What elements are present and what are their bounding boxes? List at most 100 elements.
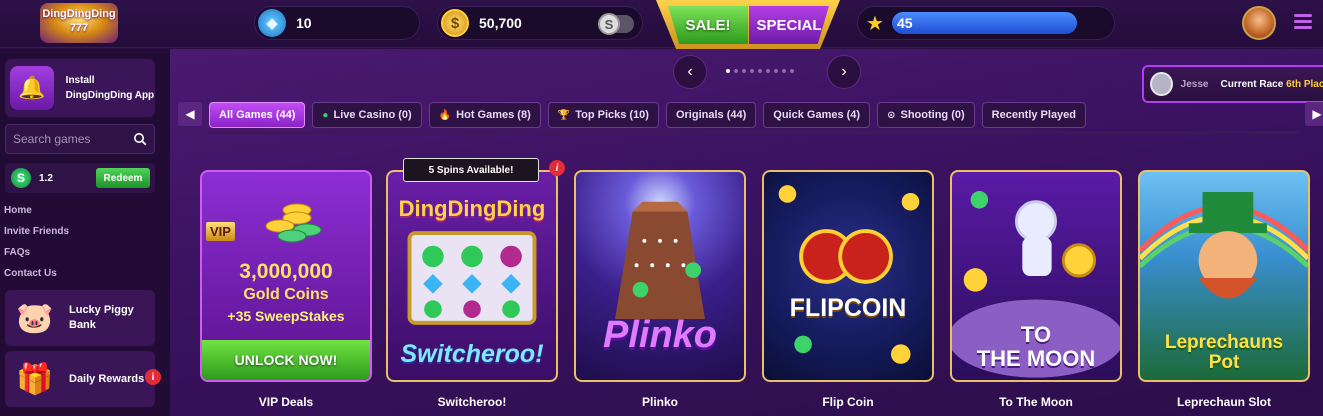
chevron-left-icon: ◀ xyxy=(185,107,195,121)
plinko-art-title: Plinko xyxy=(602,314,718,356)
current-race-panel[interactable]: Jesse Current Race 6th Place xyxy=(1142,65,1323,103)
sale-button[interactable]: SALE! xyxy=(668,6,748,44)
hamburger-menu-icon[interactable] xyxy=(1294,14,1312,30)
carousel-dot[interactable] xyxy=(734,69,738,73)
bell-icon: 🔔 xyxy=(10,66,54,110)
unlock-now-button[interactable]: UNLOCK NOW! xyxy=(202,340,370,380)
coins-value: 50,700 xyxy=(479,15,522,31)
carousel-dots xyxy=(726,69,794,73)
carousel-dot[interactable] xyxy=(766,69,770,73)
flipcoin-art-title: FLIPCOIN xyxy=(789,294,907,322)
sweeps-toggle-icon: S xyxy=(598,13,620,35)
gems-value: 10 xyxy=(296,15,312,31)
game-title-flip-coin: Flip Coin xyxy=(822,395,874,409)
trophy-icon: 🏆 xyxy=(557,109,571,121)
tabs-scroll-left-button[interactable]: ◀ xyxy=(178,102,202,126)
carousel-dot[interactable] xyxy=(774,69,778,73)
user-avatar[interactable] xyxy=(1242,6,1276,40)
tab-shooting[interactable]: ⊙ Shooting (0) xyxy=(877,102,975,128)
gold-coin-icon: $ xyxy=(441,9,469,37)
level-value: 45 xyxy=(897,15,913,31)
race-avatar-icon xyxy=(1150,72,1173,96)
xp-progress-bar xyxy=(892,12,1077,34)
target-icon: ⊙ xyxy=(887,109,896,121)
sweeps-coin-icon: S xyxy=(11,168,31,188)
moon-art-bottom: THE MOON xyxy=(976,346,1096,371)
leprechaun-art-top: Leprechauns xyxy=(1164,332,1284,353)
lucky-piggy-bank-card[interactable]: 🐷 Lucky Piggy Bank xyxy=(5,290,155,346)
coins-balance[interactable]: $ 50,700 S xyxy=(437,6,643,40)
game-category-tabs: All Games (44) ● Live Casino (0) 🔥 Hot Gam… xyxy=(209,102,1087,128)
tab-recently-played[interactable]: Recently Played xyxy=(981,102,1087,128)
sidebar: 🔔 Install DingDingDing App S 1.2 Redeem … xyxy=(0,49,170,416)
carousel-dot[interactable] xyxy=(782,69,786,73)
game-card-plinko[interactable]: Plinko xyxy=(574,170,746,382)
sale-special-banner: SALE! SPECIAL xyxy=(656,0,840,54)
install-app-label: Install DingDingDing App xyxy=(65,75,155,101)
carousel-prev-button[interactable]: ‹ xyxy=(673,55,707,89)
sidebar-link-contact-us[interactable]: Contact Us xyxy=(4,268,69,289)
sidebar-link-home[interactable]: Home xyxy=(4,205,69,226)
daily-rewards-label: Daily Rewards xyxy=(69,372,145,385)
game-title-switcheroo: Switcheroo! xyxy=(437,395,507,409)
install-app-card[interactable]: 🔔 Install DingDingDing App xyxy=(5,59,155,117)
game-card-to-the-moon[interactable]: TO THE MOON xyxy=(950,170,1122,382)
chevron-right-icon: ▶ xyxy=(1312,107,1322,121)
carousel-next-button[interactable]: › xyxy=(827,55,861,89)
carousel-dot[interactable] xyxy=(726,69,730,73)
tabs-scroll-right-button[interactable]: ▶ xyxy=(1305,102,1323,126)
tab-top-picks[interactable]: 🏆 Top Picks (10) xyxy=(547,102,659,128)
carousel-dot[interactable] xyxy=(742,69,746,73)
level-bar[interactable]: ★ 45 xyxy=(857,6,1115,40)
sidebar-links: Home Invite Friends FAQs Contact Us xyxy=(4,205,69,289)
leprechaun-art-bottom: Pot xyxy=(1208,352,1240,373)
daily-rewards-card[interactable]: 🎁 Daily Rewards i xyxy=(5,351,161,407)
switcheroo-art-bottom: Switcheroo! xyxy=(400,340,544,368)
carousel-dot[interactable] xyxy=(790,69,794,73)
race-label: Current Race 6th Place xyxy=(1220,79,1323,90)
game-title-to-the-moon: To The Moon xyxy=(999,395,1073,409)
top-bar: DingDingDing 777 ◆ 10 $ 50,700 S SALE! S… xyxy=(0,0,1323,54)
chevron-right-icon: › xyxy=(841,63,847,80)
race-rank: 6th Place xyxy=(1286,78,1323,90)
race-user: Jesse xyxy=(1180,78,1209,90)
info-badge-icon: i xyxy=(145,369,161,385)
live-dot-icon: ● xyxy=(322,109,329,121)
tab-all-games[interactable]: All Games (44) xyxy=(209,102,306,128)
tab-hot-games[interactable]: 🔥 Hot Games (8) xyxy=(428,102,541,128)
carousel-dot[interactable] xyxy=(758,69,762,73)
game-card-leprechaun-slot[interactable]: Leprechauns Pot xyxy=(1138,170,1310,382)
gift-icon: 🎁 xyxy=(16,362,54,396)
app-logo[interactable]: DingDingDing 777 xyxy=(40,3,118,43)
game-title-plinko: Plinko xyxy=(641,395,678,409)
search-icon[interactable] xyxy=(133,132,147,146)
vip-gold-coins: Gold Coins xyxy=(243,286,329,303)
spins-available-banner: 5 Spins Available! xyxy=(403,158,539,182)
star-icon: ★ xyxy=(861,9,889,37)
flip-coin-art xyxy=(778,185,920,364)
tab-originals[interactable]: Originals (44) xyxy=(665,102,757,128)
tab-live-casino[interactable]: ● Live Casino (0) xyxy=(312,102,422,128)
tabs-scrollbar[interactable] xyxy=(209,131,1299,134)
game-title-vip-deals: VIP Deals xyxy=(258,395,314,409)
chevron-left-icon: ‹ xyxy=(687,63,693,80)
search-box xyxy=(5,124,155,154)
search-input[interactable] xyxy=(13,132,131,146)
fire-icon: 🔥 xyxy=(438,109,452,121)
currency-toggle[interactable]: S xyxy=(598,13,634,35)
sidebar-link-invite-friends[interactable]: Invite Friends xyxy=(4,226,69,247)
logo-text: DingDingDing 777 xyxy=(42,8,116,34)
special-button[interactable]: SPECIAL xyxy=(749,6,829,44)
tab-quick-games[interactable]: Quick Games (4) xyxy=(763,102,871,128)
vip-amount: 3,000,000 xyxy=(239,260,333,283)
gems-balance[interactable]: ◆ 10 xyxy=(254,6,420,40)
game-card-vip-deals[interactable]: VIP 3,000,000 Gold Coins +35 SweepStakes… xyxy=(200,170,372,382)
redeem-button[interactable]: Redeem xyxy=(96,168,150,188)
carousel-dot[interactable] xyxy=(750,69,754,73)
sidebar-link-faqs[interactable]: FAQs xyxy=(4,247,69,268)
game-card-flip-coin[interactable]: FLIPCOIN xyxy=(762,170,934,382)
game-card-switcheroo[interactable]: DingDingDing Switcheroo! xyxy=(386,170,558,382)
gold-coins-icon xyxy=(265,203,322,243)
lucky-piggy-label: Lucky Piggy Bank xyxy=(69,304,134,331)
info-badge-icon[interactable]: i xyxy=(549,160,565,176)
